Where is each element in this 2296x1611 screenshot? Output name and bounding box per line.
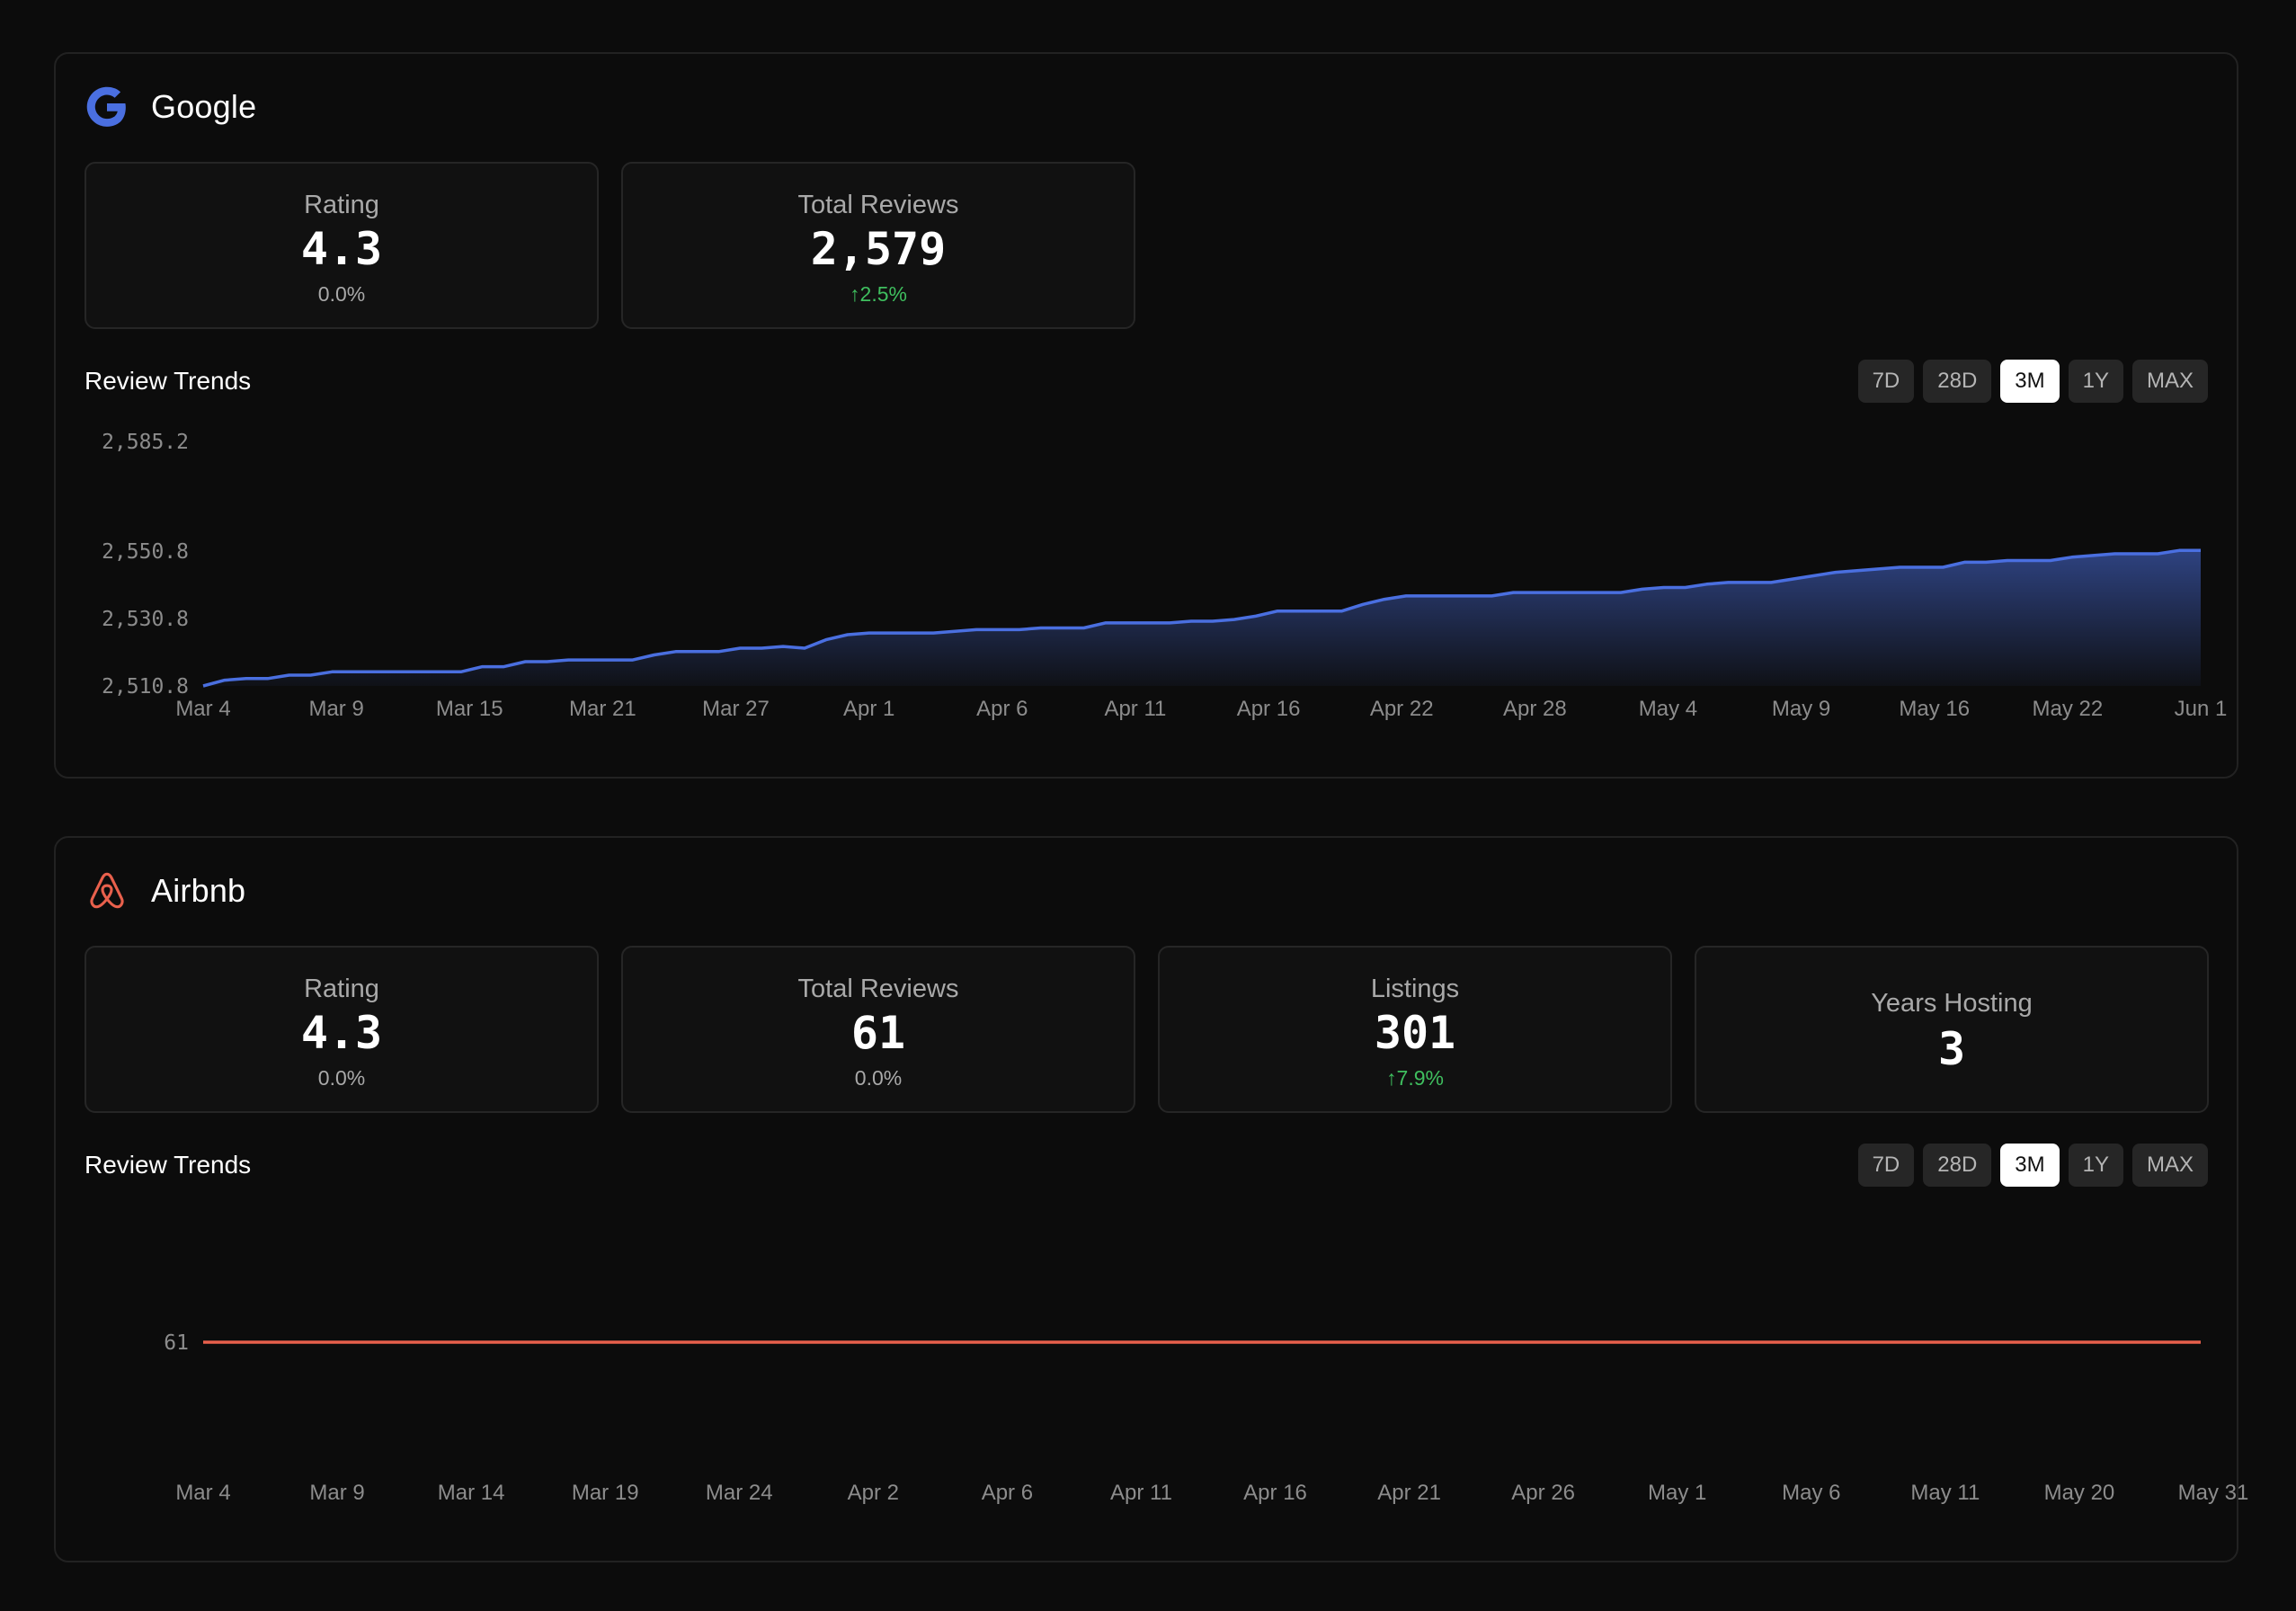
x-tick-label: Apr 26: [1511, 1481, 1575, 1505]
google-review-trends-chart: 2,585.2 2,550.8 2,530.8 2,510.8Mar 4 Mar 9 Ma…: [102, 431, 2228, 721]
x-tick-label: Apr 21: [1377, 1481, 1441, 1505]
x-tick-label: May 22: [2033, 697, 2104, 721]
x-tick-label: May 4: [1639, 697, 1697, 721]
x-tick-label: Apr 16: [1237, 697, 1301, 721]
x-tick-label: Mar 4: [175, 1481, 230, 1505]
x-tick-label: Jun 1: [2175, 697, 2228, 721]
y-tick-label: 2,530.8: [102, 608, 189, 631]
x-tick-label: May 9: [1772, 697, 1830, 721]
y-tick-label: 2,585.2: [102, 431, 189, 454]
airbnb-review-trends-chart: 61 Mar 4 Mar 9 Mar 14 Mar 19 Mar 24 Apr 2 Apr 6…: [164, 1331, 2248, 1505]
x-tick-label: Mar 24: [706, 1481, 773, 1505]
x-tick-label: Apr 6: [976, 697, 1028, 721]
x-tick-label: Mar 19: [572, 1481, 639, 1505]
x-tick-label: Mar 9: [309, 1481, 364, 1505]
airbnb-panel: Airbnb Rating 4.3 0.0% Total Reviews 61 …: [54, 836, 2248, 1562]
x-tick-label: Apr 2: [848, 1481, 899, 1505]
x-tick-label: Mar 14: [438, 1481, 505, 1505]
x-tick-label: Apr 28: [1503, 697, 1567, 721]
x-tick-label: Apr 11: [1104, 697, 1166, 721]
x-tick-label: Apr 11: [1110, 1481, 1172, 1505]
x-tick-label: May 31: [2178, 1481, 2249, 1505]
x-tick-label: May 11: [1910, 1481, 1980, 1505]
y-tick-label: 2,550.8: [102, 540, 189, 564]
x-tick-label: May 6: [1782, 1481, 1840, 1505]
x-tick-label: Mar 4: [175, 697, 230, 721]
x-tick-label: Apr 16: [1243, 1481, 1307, 1505]
x-tick-label: Mar 27: [702, 697, 770, 721]
x-tick-label: May 16: [1899, 697, 1970, 721]
y-tick-label: 2,510.8: [102, 675, 189, 699]
x-tick-label: Mar 9: [308, 697, 363, 721]
y-tick-label: 61: [164, 1331, 189, 1355]
x-tick-label: Apr 22: [1370, 697, 1434, 721]
x-tick-label: May 1: [1648, 1481, 1706, 1505]
google-panel: Google Rating 4.3 0.0% Total Reviews 2,5…: [54, 52, 2238, 779]
x-tick-label: Mar 21: [569, 697, 636, 721]
x-tick-label: Mar 15: [436, 697, 503, 721]
x-tick-label: Apr 6: [982, 1481, 1033, 1505]
x-tick-label: May 20: [2044, 1481, 2115, 1505]
x-tick-label: Apr 1: [843, 697, 894, 721]
